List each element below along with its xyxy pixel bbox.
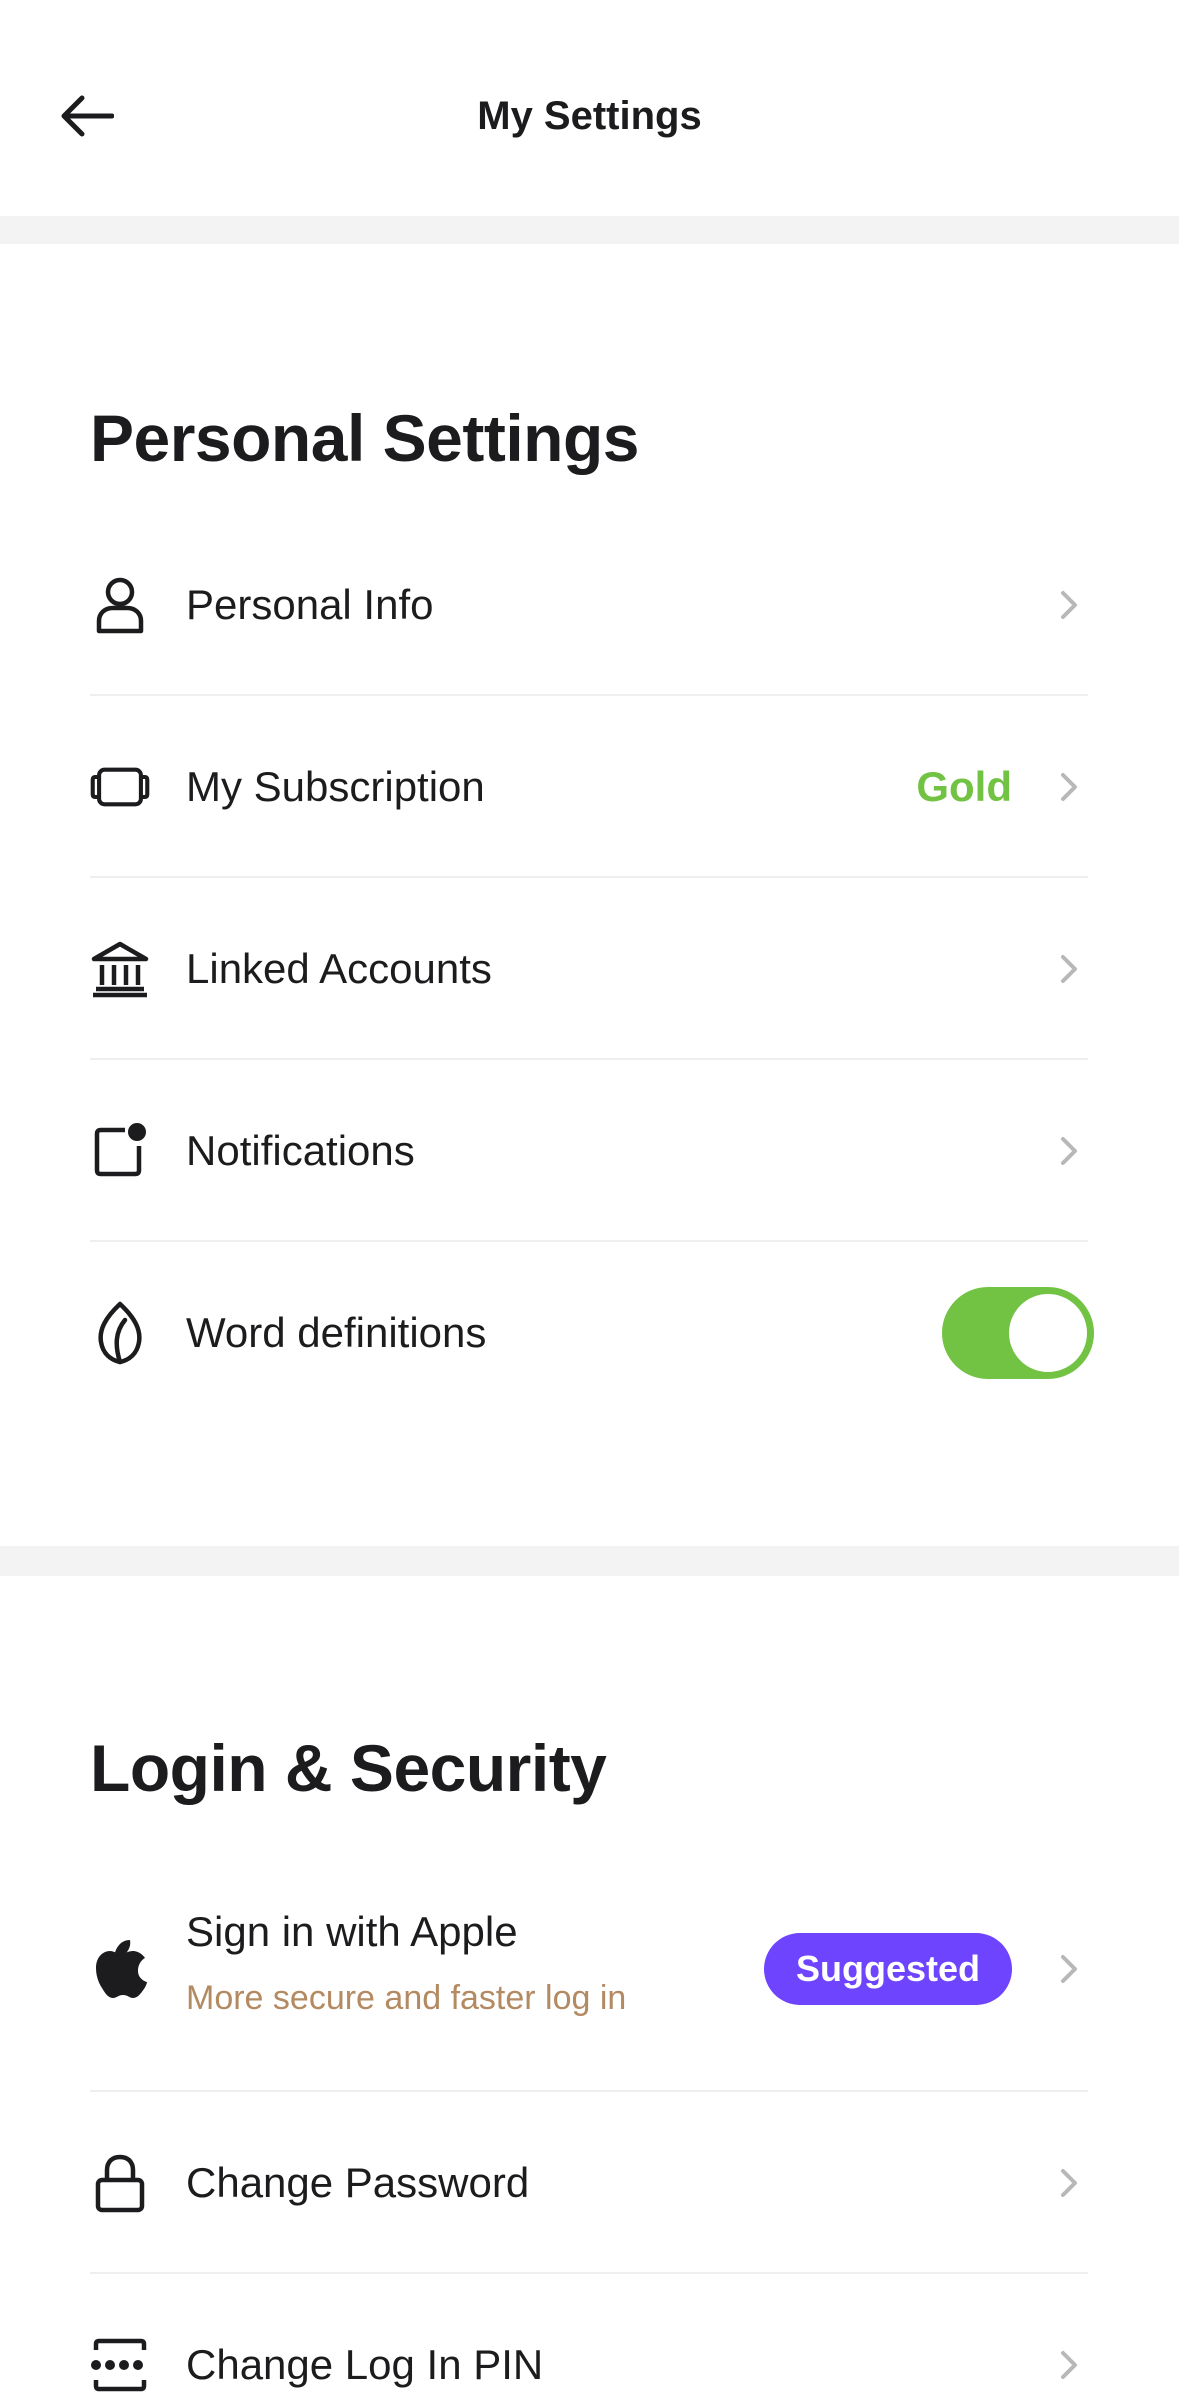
toggle-knob [1006,1291,1090,1375]
top-bar: My Settings [0,0,1179,216]
chevron-right-icon [1054,767,1084,807]
row-label: Change Password [186,2159,530,2206]
row-label: Sign in with Apple [186,1908,518,1955]
settings-row-personal-info[interactable]: Personal Info [90,514,1088,696]
settings-row-word-definitions: Word definitions [90,1242,1094,1424]
row-sublabel: More secure and faster log in [186,1979,627,2017]
bank-icon [90,939,150,999]
lock-icon [90,2153,150,2213]
row-label: Notifications [186,1127,415,1174]
person-icon [90,575,150,635]
notification-icon [90,1121,150,1181]
row-label: Linked Accounts [186,945,492,992]
apple-icon [90,1939,150,1999]
settings-row-subscription[interactable]: My Subscription Gold [90,696,1088,878]
row-label: Word definitions [186,1309,487,1356]
chevron-right-icon [1054,2163,1084,2203]
page-title: My Settings [477,94,702,138]
leaf-icon [90,1301,150,1365]
pin-icon [90,2335,150,2395]
chevron-right-icon [1054,1949,1084,1989]
section-title-personal: Personal Settings [90,401,640,475]
settings-row-notifications[interactable]: Notifications [90,1060,1088,1242]
subscription-icon [90,757,150,817]
chevron-right-icon [1054,949,1084,989]
word-definitions-toggle[interactable] [942,1287,1094,1379]
chevron-right-icon [1054,2345,1084,2385]
row-label: Change Log In PIN [186,2341,544,2388]
chevron-right-icon [1054,585,1084,625]
suggested-badge: Suggested [763,1933,1012,2005]
settings-row-change-pin[interactable]: Change Log In PIN [90,2274,1088,2396]
settings-row-sign-in-apple[interactable]: Sign in with Apple More secure and faste… [90,1846,1088,2092]
section-separator [0,216,1179,244]
section-title-security: Login & Security [90,1731,607,1805]
settings-row-change-password[interactable]: Change Password [90,2092,1088,2274]
chevron-right-icon [1054,1131,1084,1171]
row-label: My Subscription [186,763,485,810]
settings-row-linked-accounts[interactable]: Linked Accounts [90,878,1088,1060]
row-label: Personal Info [186,581,434,628]
subscription-tier-value: Gold [916,763,1012,810]
section-separator [0,1546,1179,1576]
